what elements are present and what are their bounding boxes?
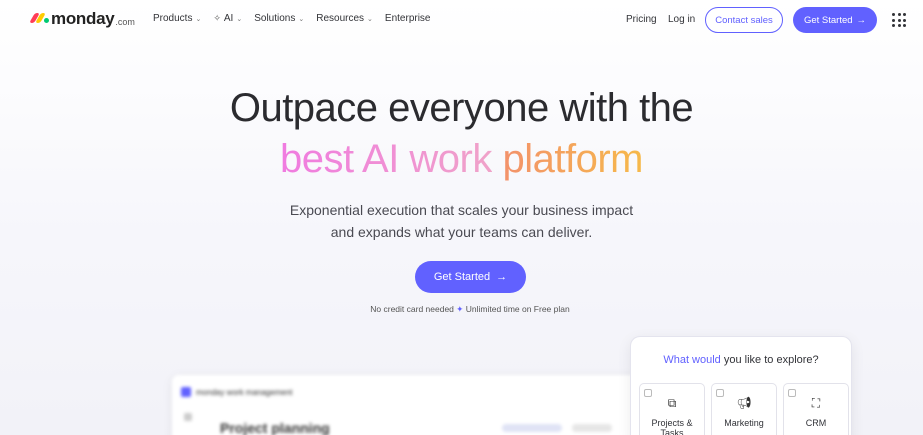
hero-get-started-label: Get Started — [433, 271, 491, 283]
monday-logo[interactable]: monday .com — [29, 9, 135, 29]
explore-option-label: Projects & Tasks — [651, 418, 693, 435]
logo-text: monday — [51, 9, 115, 28]
main-menu: Products ⌄ ✧ AI ⌄ Solutions ⌄ Resources … — [153, 13, 431, 24]
megaphone-icon: 📢︎ — [736, 396, 752, 410]
menu-products[interactable]: Products ⌄ — [153, 13, 201, 24]
hero-headline-line2: best AI work platform — [0, 137, 923, 182]
explore-question-rest: you like to explore? — [723, 354, 819, 366]
menu-ai-label: AI — [223, 13, 234, 24]
preview-sidebar-icon — [184, 413, 192, 421]
monday-logo-mark-icon — [29, 13, 49, 25]
explore-option-crm[interactable]: ⛶ CRM — [783, 383, 849, 435]
product-preview: monday work management Project planning — [172, 375, 642, 435]
explore-card: What would you like to explore? ⧉ Projec… — [630, 336, 852, 435]
chevron-down-icon: ⌄ — [367, 15, 373, 23]
hero-subtitle-line2: and expands what your teams can deliver. — [330, 224, 593, 240]
hero-highlight-ai: best AI work — [280, 137, 492, 181]
hero-note: No credit card needed ✦ Unlimited time o… — [0, 304, 923, 315]
menu-ai[interactable]: ✧ AI ⌄ — [213, 13, 242, 24]
nav-get-started-button[interactable]: Get Started → — [793, 7, 877, 33]
tasks-icon: ⧉ — [667, 396, 677, 410]
contact-sales-label: Contact sales — [715, 14, 773, 26]
hero-headline-line1: Outpace everyone with the — [229, 86, 694, 130]
unlimited-time-text: Unlimited time on Free plan — [465, 304, 570, 314]
arrow-right-icon: → — [856, 14, 867, 26]
crm-icon: ⛶ — [811, 396, 821, 410]
menu-resources-label: Resources — [316, 13, 365, 24]
explore-option-projects[interactable]: ⧉ Projects & Tasks — [639, 383, 705, 435]
apps-grid-icon[interactable] — [892, 13, 906, 27]
no-credit-card-text: No credit card needed — [370, 304, 454, 314]
pricing-link[interactable]: Pricing — [626, 14, 657, 25]
login-link[interactable]: Log in — [668, 14, 695, 25]
sparkle-separator-icon: ✦ — [456, 304, 464, 314]
sparkle-icon: ✧ — [213, 13, 221, 23]
menu-products-label: Products — [153, 13, 193, 24]
preview-board-title: Project planning — [220, 420, 330, 435]
explore-question: What would you like to explore? — [631, 354, 851, 366]
menu-resources[interactable]: Resources ⌄ — [316, 13, 373, 24]
chevron-down-icon: ⌄ — [298, 15, 305, 23]
nav-get-started-label: Get Started — [803, 14, 853, 26]
explore-question-highlight: What would — [663, 354, 721, 366]
hero-subtitle-line1: Exponential execution that scales your b… — [289, 202, 634, 218]
preview-pill — [502, 424, 562, 432]
contact-sales-button[interactable]: Contact sales — [705, 7, 783, 33]
preview-brand: monday work management — [196, 388, 293, 397]
arrow-right-icon: → — [496, 271, 508, 283]
chevron-down-icon: ⌄ — [195, 15, 202, 23]
preview-pill — [572, 424, 612, 432]
explore-option-label: Marketing — [724, 418, 764, 428]
hero-highlight-platform: platform — [502, 137, 644, 181]
explore-option-marketing[interactable]: 📢︎ Marketing — [711, 383, 777, 435]
top-navigation: monday .com Products ⌄ ✧ AI ⌄ Solutions … — [0, 0, 923, 40]
menu-enterprise-label: Enterprise — [384, 13, 431, 24]
menu-solutions[interactable]: Solutions ⌄ — [254, 13, 304, 24]
explore-option-label: CRM — [805, 418, 827, 428]
menu-solutions-label: Solutions — [254, 13, 296, 24]
logo-suffix: .com — [115, 16, 135, 27]
preview-logo-icon — [181, 387, 191, 397]
hero-get-started-button[interactable]: Get Started → — [415, 261, 526, 293]
chevron-down-icon: ⌄ — [236, 15, 243, 23]
menu-enterprise[interactable]: Enterprise — [385, 13, 431, 24]
